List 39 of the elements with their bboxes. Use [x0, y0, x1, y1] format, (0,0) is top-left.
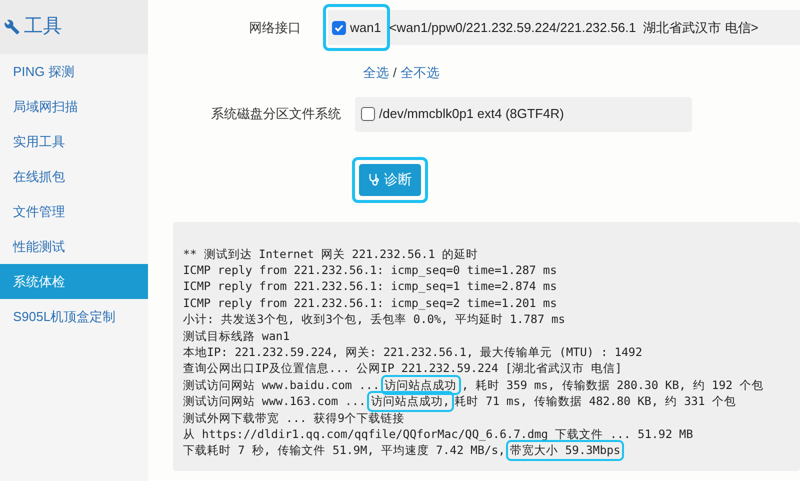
field-label: 网络接口	[248, 18, 302, 37]
log-text: ICMP reply from 221.232.56.1: icmp_seq=1 time=2.874 ms	[183, 278, 557, 295]
log-text: 访问站点成功,	[368, 393, 452, 410]
sidebar-item[interactable]: 实用工具	[0, 124, 148, 159]
log-text: ICMP reply from 221.232.56.1: icmp_seq=2 time=1.201 ms	[183, 294, 557, 312]
stethoscope-icon	[368, 173, 380, 186]
option-label: wan1	[350, 18, 382, 37]
log-text: 从 https://dldir1.qq.com/qqfile/QQforMac/QQ_6.6.7.dmg 下载文件 ... 51.92 MB	[183, 426, 694, 442]
diagnose-button[interactable]: 诊断	[359, 164, 421, 196]
field-label: 系统磁盘分区文件系统	[210, 105, 342, 124]
log-text: 带宽大小 59.3Mbps	[508, 442, 622, 459]
log-text: 小计: 共发送3个包, 收到3个包, 丢包率 0.0%, 平均延时 1.787 ms	[183, 311, 566, 328]
sidebar-item[interactable]: 系统体检	[0, 264, 148, 299]
sidebar-item[interactable]: S905L机顶盒定制	[0, 299, 148, 334]
option-label: /dev/mmcblk0p1 ext4 (8GTF4R)	[379, 105, 564, 124]
checkbox[interactable]	[332, 20, 346, 34]
checkbox[interactable]	[361, 107, 375, 121]
sidebar-item[interactable]: 在线抓包	[0, 159, 148, 194]
log-text: 测试访问网站 www.baidu.com ...	[183, 376, 380, 394]
log-text: 测试目标线路 wan1	[183, 328, 290, 344]
log-text: 本地IP: 221.232.59.224, 网关: 221.232.56.1, 最大传输单元 (MTU) : 1492	[183, 344, 642, 360]
select-none-link[interactable]: 全不选	[400, 63, 440, 82]
sidebar-item[interactable]: PING 探测	[0, 54, 148, 89]
sidebar-title: 工具	[24, 14, 62, 39]
sidebar-item[interactable]: 局域网扫描	[0, 89, 148, 124]
log-text: 测试外网下载带宽 ... 获得9个下载链接	[183, 410, 405, 426]
log-text: ICMP reply from 221.232.56.1: icmp_seq=0 time=1.287 ms	[183, 262, 557, 278]
separator: /	[393, 64, 397, 82]
log-text: 访问站点成功	[382, 376, 459, 394]
log-text: ** 测试到达 Internet 网关 221.232.56.1 的延时	[183, 246, 478, 262]
wrench-icon	[4, 19, 20, 35]
select-all-link[interactable]: 全选	[363, 63, 389, 82]
sidebar-item[interactable]: 性能测试	[0, 229, 148, 264]
log-text: , 耗时 359 ms, 传输数据 280.30 KB, 约 192 个包	[462, 376, 764, 394]
sidebar-item[interactable]: 文件管理	[0, 194, 148, 229]
log-text: 下载耗时 7 秒, 传输文件 51.9M, 平均速度 7.42 MB/s,	[183, 442, 506, 459]
log-text: 查询公网出口IP及位置信息... 公网IP 221.232.59.224 [湖北省武汉市 电信]	[183, 360, 622, 377]
log-text: 测试访问网站 www.163.com ...	[183, 393, 366, 410]
log-text: 耗时 71 ms, 传输数据 482.80 KB, 约 331 个包	[454, 393, 736, 410]
